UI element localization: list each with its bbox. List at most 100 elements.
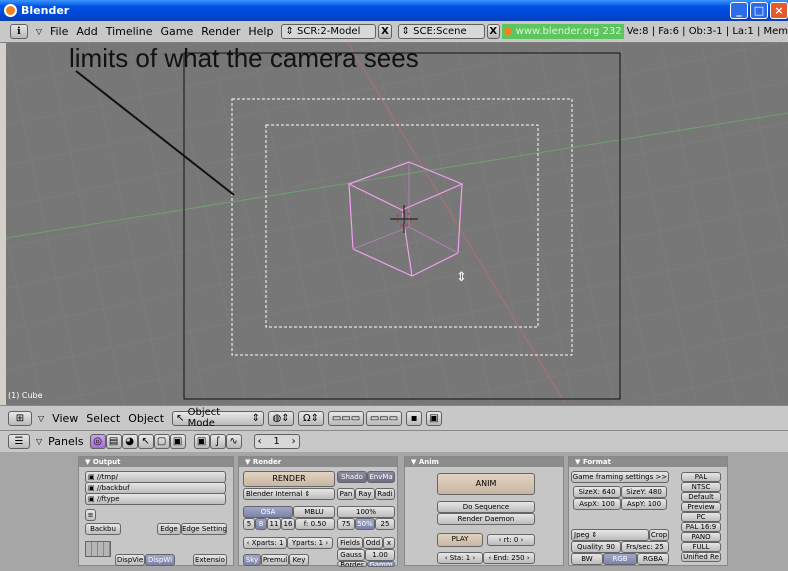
menu-timeline[interactable]: Timeline — [106, 25, 153, 38]
osa-toggle[interactable]: OSA — [243, 506, 293, 518]
mode-selector[interactable]: ↖ Object Mode ⇕ — [172, 407, 265, 429]
toggle-icon[interactable]: ≡ — [85, 509, 96, 521]
rt-field[interactable]: ‹ rt: 0 › — [487, 534, 535, 546]
file-type-selector[interactable]: Jpeg ⇕ — [571, 529, 649, 541]
yparts-field[interactable]: Yparts: 1 › — [287, 537, 333, 549]
odd-toggle[interactable]: Odd — [363, 537, 383, 549]
collapse-panels-icon[interactable]: ▽ — [36, 437, 42, 446]
unified-renderer-toggle[interactable]: Unified Re — [681, 552, 721, 562]
fields-toggle[interactable]: Fields — [337, 537, 363, 549]
envmap-toggle[interactable]: EnvMa — [367, 471, 395, 483]
layers-row-2[interactable]: ▭▭▭ — [366, 410, 403, 426]
menu-render[interactable]: Render — [201, 25, 240, 38]
osa-5[interactable]: 5 — [243, 518, 255, 530]
x-toggle[interactable]: x — [383, 537, 395, 549]
menu-object[interactable]: Object — [128, 412, 164, 425]
sizex-field[interactable]: SizeX: 640 — [573, 486, 621, 498]
info-window-type-icon[interactable]: ℹ — [10, 24, 28, 39]
render-daemon-toggle[interactable]: Render Daemon — [437, 513, 535, 525]
lock-icon[interactable]: ▪ — [406, 410, 423, 426]
quality-field[interactable]: Quality: 90 — [571, 541, 621, 553]
view-type-icon[interactable]: ⊞ — [8, 410, 32, 426]
game-framing-button[interactable]: Game framing settings >> — [571, 471, 669, 483]
rgb-toggle[interactable]: RGB — [603, 553, 637, 565]
delete-screen-button[interactable]: X — [378, 24, 392, 39]
aspy-field[interactable]: AspY: 100 — [621, 498, 667, 510]
aspx-field[interactable]: AspX: 100 — [573, 498, 621, 510]
menu-view[interactable]: View — [52, 412, 78, 425]
start-frame-field[interactable]: ‹ Sta: 1 › — [437, 552, 483, 564]
edge-toggle[interactable]: Edge — [157, 523, 181, 535]
gauss-toggle[interactable]: Gauss — [337, 549, 365, 561]
menu-add[interactable]: Add — [76, 25, 97, 38]
anim-button[interactable]: ANIM — [437, 473, 535, 495]
close-button[interactable]: × — [770, 2, 788, 19]
key-toggle[interactable]: Key — [289, 554, 309, 566]
filter-size-field[interactable]: f: 0.50 — [295, 518, 335, 530]
menu-file[interactable]: File — [50, 25, 68, 38]
render-buttons-icon[interactable]: ▣ — [193, 434, 210, 449]
maximize-button[interactable]: □ — [750, 2, 768, 19]
menu-help[interactable]: Help — [248, 25, 273, 38]
fps-field[interactable]: Frs/sec: 25 — [621, 541, 669, 553]
scene-context-icon[interactable]: ▣ — [169, 434, 186, 449]
screen-selector[interactable]: ⇕ SCR:2-Model — [281, 24, 377, 39]
shadow-toggle[interactable]: Shado — [337, 471, 367, 483]
preset-full[interactable]: FULL — [681, 542, 721, 552]
backbuf-toggle[interactable]: Backbu — [85, 523, 121, 535]
object-context-icon[interactable]: ↖ — [137, 434, 154, 449]
edge-settings-button[interactable]: Edge Setting — [181, 523, 227, 535]
collapse-view-menu-icon[interactable]: ▽ — [38, 414, 44, 423]
display-view-toggle[interactable]: DispVie — [115, 554, 145, 566]
panorama-toggle[interactable]: Pan — [337, 488, 355, 500]
preset-pal169[interactable]: PAL 16:9 — [681, 522, 721, 532]
3d-viewport[interactable]: ⇕ limits of what the camera sees (1) Cub… — [6, 43, 788, 405]
menu-select[interactable]: Select — [86, 412, 120, 425]
motion-blur-toggle[interactable]: MBLU — [293, 506, 335, 518]
minimize-button[interactable]: _ — [730, 2, 748, 19]
dither-grid-icon[interactable] — [85, 541, 111, 557]
play-button[interactable]: PLAY — [437, 533, 483, 547]
sky-toggle[interactable]: Sky — [243, 554, 261, 566]
render-engine-selector[interactable]: Blender Internal ⇕ — [243, 488, 335, 500]
sizey-field[interactable]: SizeY: 480 — [621, 486, 667, 498]
size-75-button[interactable]: 75 — [337, 518, 355, 530]
menu-game[interactable]: Game — [160, 25, 193, 38]
preset-ntsc[interactable]: NTSC — [681, 482, 721, 492]
anim-buttons-icon[interactable]: ∫ — [209, 434, 226, 449]
osa-16[interactable]: 16 — [281, 518, 295, 530]
preset-pano[interactable]: PANO — [681, 532, 721, 542]
raytrace-toggle[interactable]: Ray — [355, 488, 375, 500]
collapse-menu-icon[interactable]: ▽ — [36, 27, 42, 36]
preset-pc[interactable]: PC — [681, 512, 721, 522]
size-25-button[interactable]: 25 — [375, 518, 395, 530]
crop-toggle[interactable]: Crop — [649, 529, 669, 541]
scene-selector[interactable]: ⇕ SCE:Scene — [397, 24, 485, 39]
logic-context-icon[interactable]: ◎ — [89, 434, 106, 449]
preset-default[interactable]: Default — [681, 492, 721, 502]
display-window-toggle[interactable]: DispWi — [145, 554, 175, 566]
blender-url-link[interactable]: ● www.blender.org 232 — [501, 24, 624, 39]
buttons-window-type-icon[interactable]: ☰ — [8, 434, 30, 449]
preset-preview[interactable]: Preview — [681, 502, 721, 512]
gauss-value-field[interactable]: 1.00 — [365, 549, 395, 561]
pivot-selector[interactable]: Ω⇕ — [298, 410, 325, 426]
osa-11[interactable]: 11 — [267, 518, 281, 530]
osa-8[interactable]: 8 — [255, 518, 267, 530]
size-50-button[interactable]: 50% — [355, 518, 375, 530]
extensions-toggle[interactable]: Extensio — [193, 554, 227, 566]
editing-context-icon[interactable]: ▢ — [153, 434, 170, 449]
render-preview-icon[interactable]: ▣ — [426, 410, 443, 426]
render-size-percent[interactable]: 100% — [337, 506, 395, 518]
preset-pal[interactable]: PAL — [681, 472, 721, 482]
delete-scene-button[interactable]: X — [486, 24, 500, 39]
premul-toggle[interactable]: Premul — [261, 554, 289, 566]
sound-buttons-icon[interactable]: ∿ — [225, 434, 242, 449]
script-context-icon[interactable]: ▤ — [105, 434, 122, 449]
render-button[interactable]: RENDER — [243, 471, 335, 487]
do-sequence-toggle[interactable]: Do Sequence — [437, 501, 535, 513]
shading-context-icon[interactable]: ◕ — [121, 434, 138, 449]
border-toggle[interactable]: Border — [337, 561, 367, 567]
layers-row-1[interactable]: ▭▭▭ — [328, 410, 365, 426]
ftype-path-field[interactable]: ▣ //ftype — [85, 493, 226, 505]
